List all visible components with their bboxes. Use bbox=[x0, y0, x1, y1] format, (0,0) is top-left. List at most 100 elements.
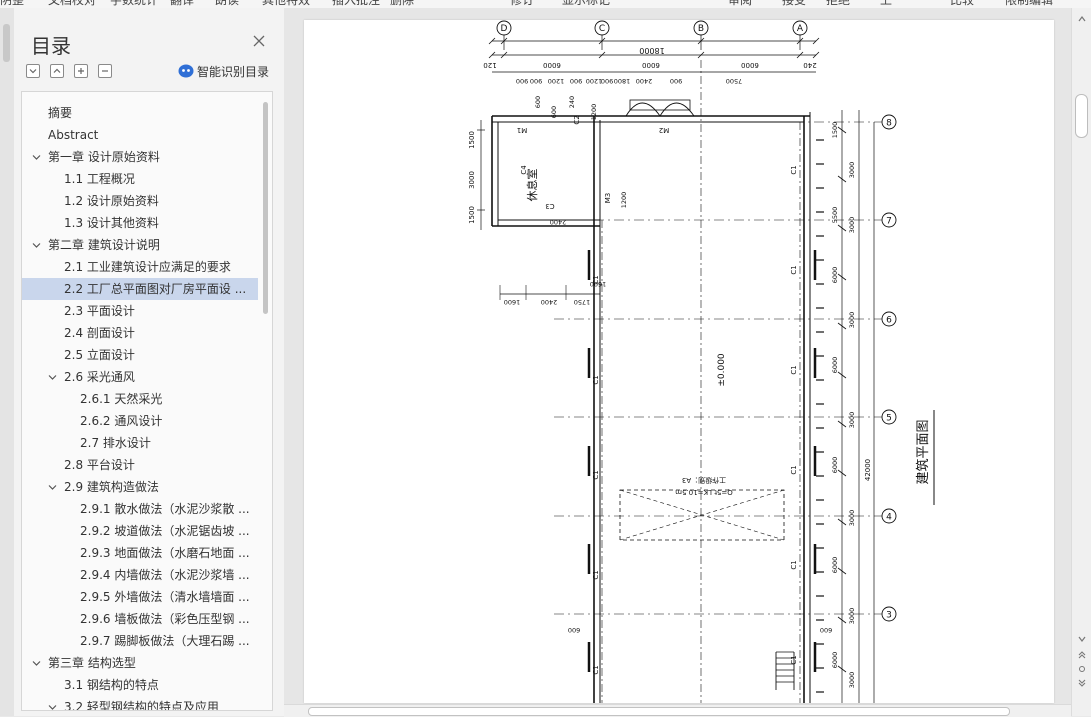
toc-item[interactable]: 第一章 设计原始资料 bbox=[22, 146, 258, 168]
dimension-label: 3000 bbox=[848, 217, 856, 234]
toc-item[interactable]: 2.9.5 外墙做法（清水墙墙面 ... bbox=[22, 586, 258, 608]
toc-item[interactable]: Abstract bbox=[22, 124, 258, 146]
toolbar-item[interactable]: 阴整 bbox=[0, 0, 24, 8]
toolbar-item[interactable]: 文档校对 bbox=[48, 0, 96, 8]
dimension-label: 1800 bbox=[614, 77, 631, 85]
smart-toc-label: 智能识别目录 bbox=[197, 64, 270, 79]
crane-label: Q=5t LK=10.5m bbox=[675, 488, 733, 496]
toc-item[interactable]: 2.9.2 坡道做法（水泥锯齿坡 ... bbox=[22, 520, 258, 542]
toc-item[interactable]: 1.3 设计其他资料 bbox=[22, 212, 258, 234]
expand-all-button[interactable] bbox=[26, 64, 40, 78]
toc-item[interactable]: 摘要 bbox=[22, 102, 258, 124]
toc-item[interactable]: 2.3 平面设计 bbox=[22, 300, 258, 322]
toc-item[interactable]: 3.2 轻型钢结构的特点及应用 bbox=[22, 696, 258, 711]
chevron-down-icon[interactable] bbox=[48, 703, 57, 711]
toolbar-item[interactable]: 插入批注 bbox=[332, 0, 380, 8]
dimension-label: 18000 bbox=[639, 46, 664, 55]
dimension-label: 600 bbox=[820, 626, 832, 634]
close-icon[interactable] bbox=[252, 34, 266, 48]
vertical-scrollbar[interactable] bbox=[1071, 8, 1091, 716]
toolbar-item[interactable]: 其他特效 bbox=[262, 0, 310, 8]
dimension-label: 1200 bbox=[548, 77, 565, 85]
toolbar-item[interactable]: 上一 bbox=[880, 0, 904, 8]
dimension-label: 6000 bbox=[831, 357, 839, 374]
toolbar-item[interactable]: 修订 bbox=[510, 0, 534, 8]
toolbar-item[interactable]: 比较 bbox=[950, 0, 974, 8]
toc-item[interactable]: 2.6 采光通风 bbox=[22, 366, 258, 388]
toolbar-item[interactable]: 显示标记 bbox=[562, 0, 610, 8]
toc-item[interactable]: 1.2 设计原始资料 bbox=[22, 190, 258, 212]
toc-item[interactable]: 2.9.6 墙板做法（彩色压型钢 ... bbox=[22, 608, 258, 630]
member-label: C1 bbox=[790, 560, 798, 569]
chevron-down-icon[interactable] bbox=[48, 373, 57, 382]
toc-item-label: 2.8 平台设计 bbox=[64, 458, 135, 472]
horizontal-scroll-thumb[interactable] bbox=[308, 707, 1010, 716]
dimension-label: 900 bbox=[601, 77, 613, 85]
toc-item[interactable]: 1.1 工程概况 bbox=[22, 168, 258, 190]
toc-item[interactable]: 2.6.1 天然采光 bbox=[22, 388, 258, 410]
axis-label: 5 bbox=[886, 414, 892, 424]
toc-item[interactable]: 第三章 结构选型 bbox=[22, 652, 258, 674]
toolbar-item[interactable]: 朗读 bbox=[215, 0, 239, 8]
toc-panel: 目录 智能识别目录 摘要 Abstract 第一章 设计原始资料 1.1 工程概况 1.… bbox=[14, 8, 285, 716]
chevron-down-icon bbox=[29, 69, 37, 74]
dimension-label: 7500 bbox=[726, 77, 743, 85]
toc-item-label: 1.3 设计其他资料 bbox=[64, 216, 159, 230]
toc-item[interactable]: 2.5 立面设计 bbox=[22, 344, 258, 366]
chevron-down-icon[interactable] bbox=[48, 483, 57, 492]
add-heading-button[interactable] bbox=[74, 64, 88, 78]
member-label: M2 bbox=[659, 126, 670, 134]
chevron-down-icon[interactable] bbox=[32, 659, 41, 668]
toc-item-label: 2.9.6 墙板做法（彩色压型钢 ... bbox=[80, 612, 250, 626]
dimension-label: 6000 bbox=[831, 557, 839, 574]
dimension-label: 600 bbox=[568, 626, 580, 634]
page-select-icon[interactable] bbox=[1076, 664, 1088, 674]
toolbar-item[interactable]: 翻译 bbox=[170, 0, 194, 8]
chevron-down-icon[interactable] bbox=[32, 241, 41, 250]
toc-item[interactable]: 2.9.4 内墙做法（水泥沙浆墙 ... bbox=[22, 564, 258, 586]
member-label: C1 bbox=[790, 165, 798, 174]
minus-icon bbox=[102, 70, 108, 72]
toolbar-item[interactable]: 限制编辑 bbox=[1005, 0, 1053, 8]
vertical-scroll-thumb[interactable] bbox=[1075, 94, 1088, 138]
dimension-label: 3000 bbox=[848, 672, 856, 689]
toc-item[interactable]: 2.9.7 踢脚板做法（大理石踢 ... bbox=[22, 630, 258, 652]
page-up-icon[interactable] bbox=[1076, 650, 1088, 660]
chevron-down-icon[interactable] bbox=[32, 153, 41, 162]
toolbar-item[interactable]: 拒绝 bbox=[826, 0, 850, 8]
horizontal-scrollbar[interactable] bbox=[284, 704, 1071, 717]
toolbar-item[interactable]: 删除 bbox=[390, 0, 414, 8]
nav-grip-handle[interactable] bbox=[3, 24, 10, 62]
ai-icon bbox=[178, 64, 194, 78]
smart-toc-button[interactable]: 智能识别目录 bbox=[178, 62, 269, 80]
toc-item[interactable]: 2.9 建筑构造做法 bbox=[22, 476, 258, 498]
toc-item-label: 第二章 建筑设计说明 bbox=[48, 238, 160, 252]
toolbar-item[interactable]: 字数统计 bbox=[110, 0, 158, 8]
toc-item[interactable]: 3.1 钢结构的特点 bbox=[22, 674, 258, 696]
toc-item-label: 2.9.5 外墙做法（清水墙墙面 ... bbox=[80, 590, 250, 604]
dimension-label: 6000 bbox=[831, 457, 839, 474]
collapse-all-button[interactable] bbox=[50, 64, 64, 78]
member-label: C1 bbox=[592, 275, 600, 284]
toc-item[interactable]: 2.9.3 地面做法（水磨石地面 ... bbox=[22, 542, 258, 564]
toolbar-item[interactable]: 审阅 bbox=[728, 0, 752, 8]
toc-item-label: 2.9.7 踢脚板做法（大理石踢 ... bbox=[80, 634, 250, 648]
toc-scrollbar[interactable] bbox=[263, 102, 268, 314]
toc-item[interactable]: 2.9.1 散水做法（水泥沙浆散 ... bbox=[22, 498, 258, 520]
toc-item[interactable]: 2.1 工业建筑设计应满足的要求 bbox=[22, 256, 258, 278]
toc-item[interactable]: 2.4 剖面设计 bbox=[22, 322, 258, 344]
toc-item[interactable]: 第二章 建筑设计说明 bbox=[22, 234, 258, 256]
toolbar-item[interactable]: 接受 bbox=[782, 0, 806, 8]
scroll-up-icon[interactable] bbox=[1076, 14, 1088, 24]
scroll-down-icon[interactable] bbox=[1076, 634, 1088, 644]
toc-item-label: 2.6.2 通风设计 bbox=[80, 414, 163, 428]
dimension-label: 900 bbox=[516, 77, 528, 85]
page-down-icon[interactable] bbox=[1076, 678, 1088, 688]
remove-heading-button[interactable] bbox=[98, 64, 112, 78]
toc-item[interactable]: 2.2 工厂总平面图对厂房平面设 ... bbox=[22, 278, 258, 300]
dimension-label: 3000 bbox=[848, 312, 856, 329]
toc-item[interactable]: 2.8 平台设计 bbox=[22, 454, 258, 476]
toc-item[interactable]: 2.6.2 通风设计 bbox=[22, 410, 258, 432]
toc-item[interactable]: 2.7 排水设计 bbox=[22, 432, 258, 454]
toc-item-label: 2.3 平面设计 bbox=[64, 304, 135, 318]
